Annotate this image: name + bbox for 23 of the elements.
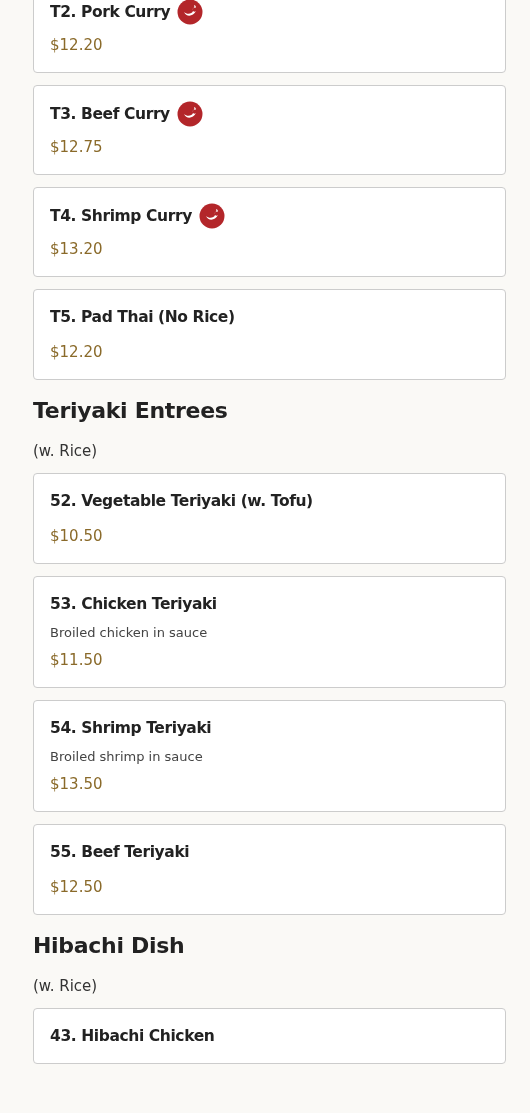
item-description: Broiled shrimp in sauce	[50, 748, 204, 766]
item-name: 54. Shrimp Teriyaki	[50, 718, 212, 739]
item-name: 52. Vegetable Teriyaki (w. Tofu)	[50, 491, 313, 512]
item-name: 43. Hibachi Chicken	[50, 1026, 215, 1047]
section-note: (w. Rice)	[33, 976, 99, 996]
item-price: $12.75	[50, 137, 104, 158]
item-name: 55. Beef Teriyaki	[50, 842, 190, 863]
item-price: $13.20	[50, 239, 104, 260]
item-name: 53. Chicken Teriyaki	[50, 594, 217, 615]
section-heading: Teriyaki Entrees	[33, 397, 229, 425]
item-price: $13.50	[50, 774, 104, 795]
item-price: $12.20	[50, 342, 104, 363]
item-name: T3. Beef Curry	[50, 104, 170, 125]
item-price: $11.50	[50, 650, 104, 671]
item-price: $12.20	[50, 35, 104, 56]
item-price: $10.50	[50, 526, 104, 547]
section-heading: Hibachi Dish	[33, 932, 186, 960]
item-name: T2. Pork Curry	[50, 2, 171, 23]
section-note: (w. Rice)	[33, 441, 99, 461]
item-name: T4. Shrimp Curry	[50, 206, 192, 227]
item-price: $12.50	[50, 877, 104, 898]
item-description: Broiled chicken in sauce	[50, 624, 209, 642]
item-name: T5. Pad Thai (No Rice)	[50, 307, 235, 328]
